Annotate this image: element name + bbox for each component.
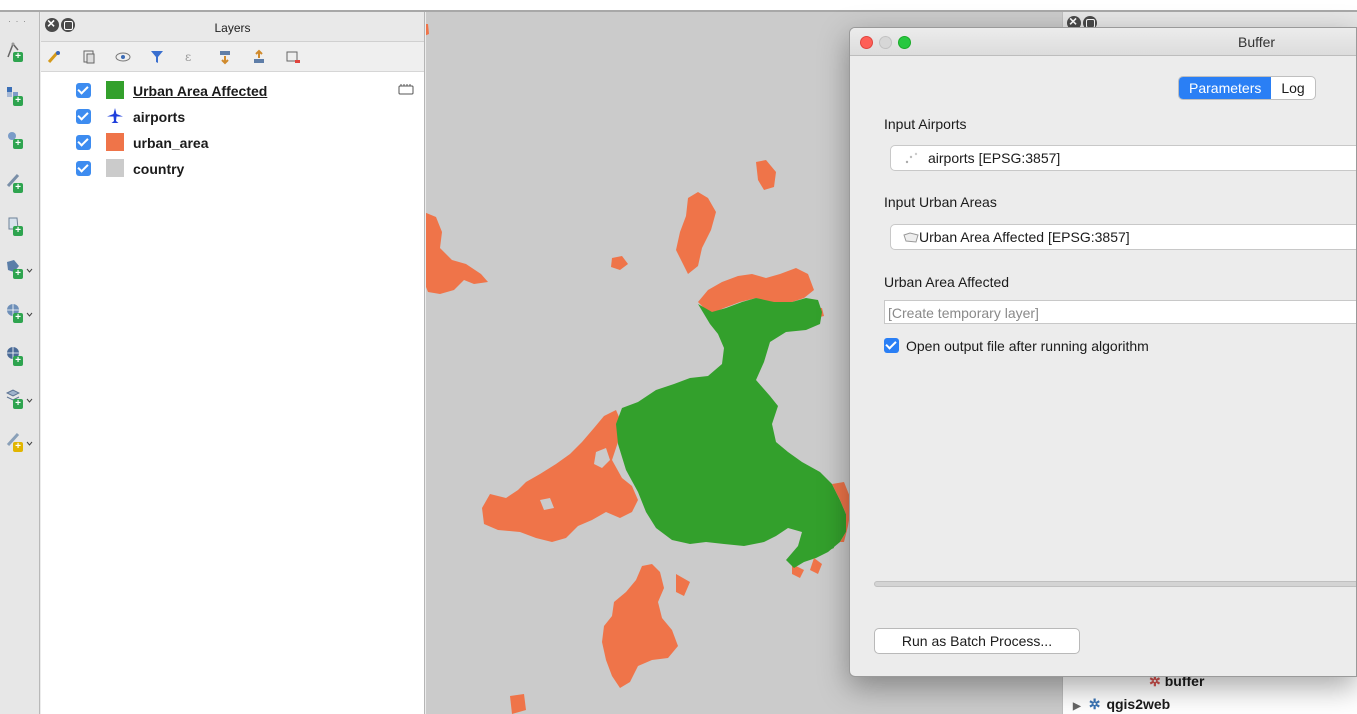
add-point-layer-button[interactable]: + [4,125,36,153]
layer-name: urban_area [133,135,209,151]
temporary-layer-icon[interactable] [398,83,414,96]
output-layer-field[interactable]: [Create temporary layer] [884,300,1356,324]
add-vector-layer-button[interactable]: + [4,255,36,283]
layer-name: airports [133,109,186,125]
chevron-down-icon [26,312,33,317]
add-polygon-layer-button[interactable]: + [4,212,36,240]
plus-icon: + [13,183,23,193]
open-output-label: Open output file after running algorithm [906,338,1149,354]
maximize-window-icon[interactable] [898,36,911,49]
point-layer-icon [905,152,918,164]
combo-value: Urban Area Affected [EPSG:3857] [919,229,1130,245]
tab-log[interactable]: Log [1271,77,1314,99]
layer-visibility-checkbox[interactable] [76,83,91,98]
add-line-layer-button[interactable]: + [4,169,36,197]
dialog-titlebar: Buffer [850,28,1356,56]
input-airports-combo[interactable]: airports [EPSG:3857] [890,145,1356,171]
plus-icon: + [13,52,23,62]
plus-icon: + [13,226,23,236]
tab-parameters[interactable]: Parameters [1179,77,1272,99]
dialog-title: Buffer [1238,34,1276,50]
expand-triangle-icon[interactable]: ▶ [1073,701,1081,712]
expand-all-icon[interactable] [217,49,233,65]
combo-value: airports [EPSG:3857] [928,150,1061,166]
style-brush-icon[interactable] [47,49,63,65]
plus-icon: + [13,269,23,279]
chevron-down-icon [26,268,33,273]
visibility-eye-icon[interactable] [115,49,131,65]
layer-row-airports[interactable]: airports [41,104,425,130]
fill-swatch-icon [106,133,124,151]
toolbox-item-qgis2web[interactable]: ▶ ✲ qgis2web [1073,696,1170,713]
add-wfs-layer-button[interactable]: + [4,342,36,370]
gear-icon: ✲ [1088,696,1101,712]
filter-icon[interactable] [149,49,165,65]
layer-row-country[interactable]: country [41,156,425,182]
polygon-layer-icon [903,232,919,243]
layers-panel: Layers ε Urban Area Affected airports ur… [41,12,425,714]
buffer-dialog: Buffer Parameters Log Input Airports air… [849,27,1357,677]
toolbar-grip[interactable]: · · · [8,16,27,26]
open-output-checkbox[interactable] [884,338,899,353]
add-virtual-layer-button[interactable]: + [4,385,36,413]
top-edge [0,0,1357,12]
close-window-icon[interactable] [860,36,873,49]
left-data-source-toolbar: · · · + + + + + + + + + + [0,12,40,714]
add-group-icon[interactable] [81,49,97,65]
layers-toolbar: ε [41,42,424,72]
run-as-batch-button[interactable]: Run as Batch Process... [874,628,1080,654]
layer-row-urban-area-affected[interactable]: Urban Area Affected [41,78,425,104]
output-label: Urban Area Affected [884,274,1010,290]
input-urban-label: Input Urban Areas [884,194,997,210]
layer-name: country [133,161,185,177]
expression-filter-icon[interactable]: ε [183,49,199,65]
plus-icon: + [13,96,23,106]
input-airports-label: Input Airports [884,116,967,132]
layer-visibility-checkbox[interactable] [76,161,91,176]
remove-layer-icon[interactable] [285,49,301,65]
dialog-tabs: Parameters Log [1178,76,1316,100]
plane-icon [107,108,123,123]
collapse-all-icon[interactable] [251,49,267,65]
plus-icon: + [13,356,23,366]
add-raster-layer-button[interactable]: + [4,82,36,110]
layers-panel-titlebar: Layers [41,12,424,42]
progress-bar [874,581,1356,587]
layer-visibility-checkbox[interactable] [76,109,91,124]
minimize-window-icon[interactable] [879,36,892,49]
new-layer-button[interactable]: + [4,428,36,456]
svg-text:ε: ε [185,50,191,64]
layers-panel-title: Layers [214,21,251,35]
fill-swatch-icon [106,159,124,177]
plus-icon: + [13,313,23,323]
add-wms-layer-button[interactable]: + [4,299,36,327]
plus-icon: + [13,399,23,409]
plus-icon: + [13,139,23,149]
urban-area-affected-features [616,298,846,568]
fill-swatch-icon [106,81,124,99]
chevron-down-icon [26,398,33,403]
input-urban-combo[interactable]: Urban Area Affected [EPSG:3857] [890,224,1356,250]
plus-icon: + [13,442,23,452]
layer-visibility-checkbox[interactable] [76,135,91,150]
layer-row-urban-area[interactable]: urban_area [41,130,425,156]
layer-name: Urban Area Affected [133,83,268,99]
add-mesh-layer-button[interactable]: + [4,38,36,66]
chevron-down-icon [26,441,33,446]
urban-area-features [426,24,824,714]
output-placeholder: [Create temporary layer] [888,305,1039,321]
